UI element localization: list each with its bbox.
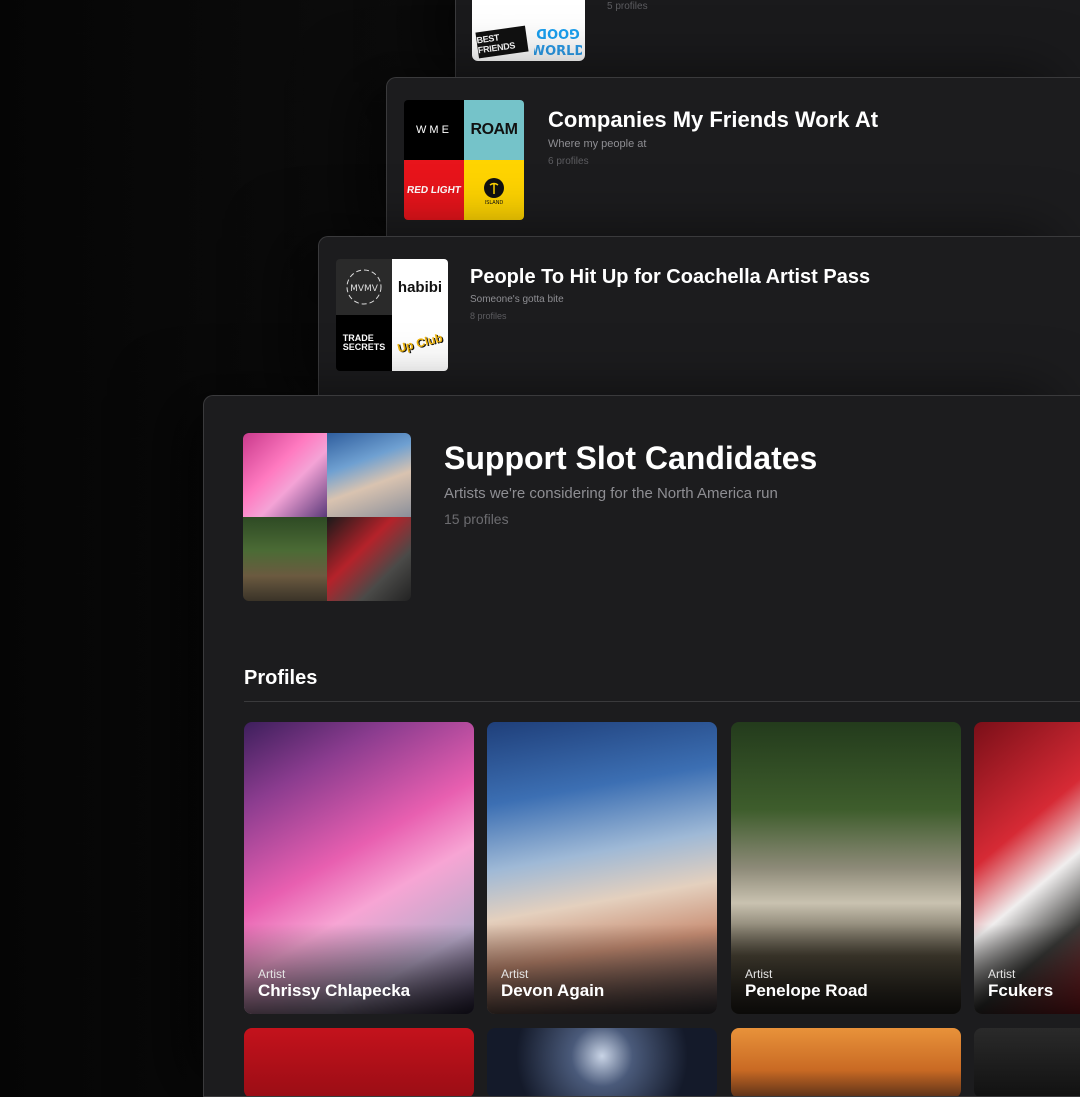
profile-name: Chrissy Chlapecka bbox=[258, 981, 411, 1000]
profile-card[interactable]: Artist Devon Again bbox=[487, 722, 717, 1014]
cover-photo-4 bbox=[327, 517, 411, 601]
profile-name: Penelope Road bbox=[745, 981, 868, 1000]
profile-count: 8 profiles bbox=[470, 311, 507, 321]
list-description: Where my people at bbox=[548, 138, 647, 150]
list-description: Someone's gotta bite bbox=[470, 294, 564, 305]
list-card-coachella[interactable]: MVMV habibi TRADE SECRETS Up Club People … bbox=[318, 236, 1080, 408]
list-title: Support Slot Candidates bbox=[444, 440, 818, 476]
profile-card[interactable] bbox=[731, 1028, 961, 1096]
list-card-best-friends[interactable]: BEST FRIENDS GOOD WORLD 5 profiles bbox=[455, 0, 1080, 82]
list-card-companies[interactable]: WME ROAM RED LIGHT ISLAND Companies My F… bbox=[386, 77, 1080, 249]
profile-card[interactable] bbox=[974, 1028, 1080, 1096]
wme-logo: WME bbox=[404, 100, 464, 160]
up-club-logo: Up Club bbox=[392, 315, 448, 371]
profile-category: Artist bbox=[988, 967, 1016, 981]
divider bbox=[244, 701, 1080, 702]
cover-photo-2 bbox=[327, 433, 411, 517]
svg-text:ISLAND: ISLAND bbox=[485, 200, 504, 205]
profile-card[interactable]: Artist Fcukers bbox=[974, 722, 1080, 1014]
list-cover-art: MVMV habibi TRADE SECRETS Up Club bbox=[336, 259, 448, 371]
svg-text:GOOD: GOOD bbox=[536, 25, 580, 40]
trade-secrets-logo: TRADE SECRETS bbox=[336, 315, 392, 371]
list-title[interactable]: People To Hit Up for Coachella Artist Pa… bbox=[470, 266, 870, 289]
cover-photo-3 bbox=[243, 517, 327, 601]
cover-photo-1 bbox=[243, 433, 327, 517]
profile-card[interactable]: Artist Chrissy Chlapecka bbox=[244, 722, 474, 1014]
roam-logo: ROAM bbox=[464, 100, 524, 160]
profile-count: 15 profiles bbox=[444, 511, 509, 527]
list-cover-art: BEST FRIENDS GOOD WORLD bbox=[472, 0, 585, 61]
red-light-logo: RED LIGHT bbox=[404, 160, 464, 220]
habibi-logo: habibi bbox=[392, 259, 448, 315]
profile-category: Artist bbox=[745, 967, 773, 981]
island-logo: ISLAND bbox=[464, 160, 524, 220]
svg-text:MVMV: MVMV bbox=[350, 284, 379, 294]
profile-category: Artist bbox=[501, 967, 529, 981]
list-cover-art bbox=[243, 433, 411, 601]
profile-card[interactable] bbox=[244, 1028, 474, 1096]
list-detail-panel: Support Slot Candidates Artists we're co… bbox=[203, 395, 1080, 1097]
profiles-heading: Profiles bbox=[244, 667, 318, 689]
profile-name: Fcukers bbox=[988, 981, 1054, 1000]
svg-text:WORLD: WORLD bbox=[534, 44, 582, 59]
list-title[interactable]: Companies My Friends Work At bbox=[548, 107, 878, 133]
profile-count: 6 profiles bbox=[548, 156, 589, 167]
good-world-logo: GOOD WORLD bbox=[531, 25, 586, 59]
list-description: Artists we're considering for the North … bbox=[444, 485, 778, 502]
profile-name: Devon Again bbox=[501, 981, 605, 1000]
profile-count: 5 profiles bbox=[607, 1, 648, 12]
best-friends-logo: BEST FRIENDS bbox=[475, 25, 529, 59]
mvmv-logo: MVMV bbox=[336, 259, 392, 315]
profile-category: Artist bbox=[258, 967, 286, 981]
profile-card[interactable]: Artist Penelope Road bbox=[731, 722, 961, 1014]
profile-card[interactable] bbox=[487, 1028, 717, 1096]
list-cover-art: WME ROAM RED LIGHT ISLAND bbox=[404, 100, 524, 220]
